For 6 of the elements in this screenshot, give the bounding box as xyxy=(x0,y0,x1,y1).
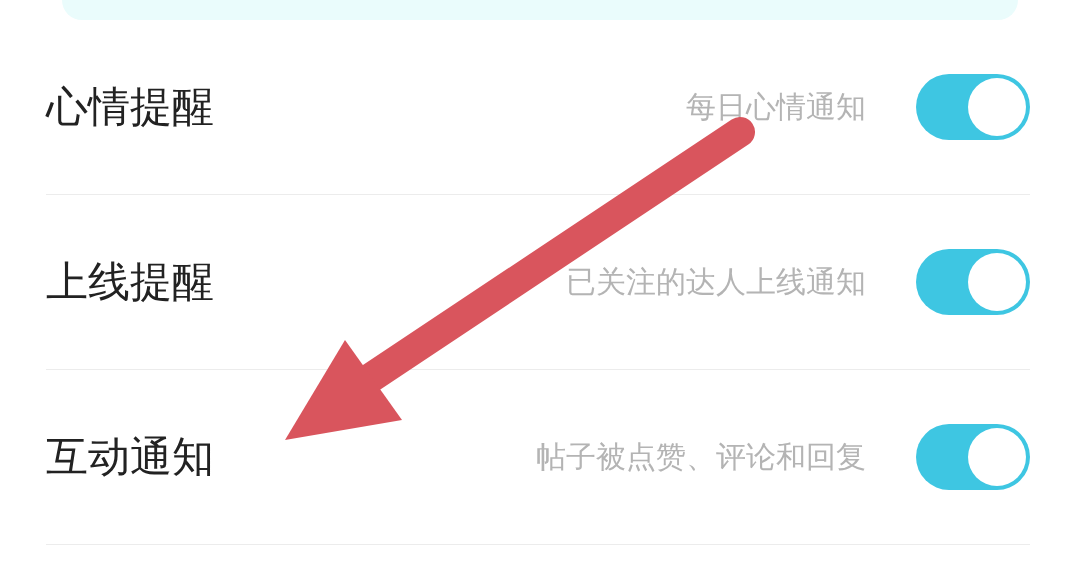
setting-description: 每日心情通知 xyxy=(686,87,866,126)
setting-label: 互动通知 xyxy=(46,431,215,483)
setting-label: 上线提醒 xyxy=(46,256,215,308)
setting-description: 已关注的达人上线通知 xyxy=(566,262,866,301)
setting-label: 心情提醒 xyxy=(46,81,215,133)
setting-description: 帖子被点赞、评论和回复 xyxy=(536,437,866,476)
